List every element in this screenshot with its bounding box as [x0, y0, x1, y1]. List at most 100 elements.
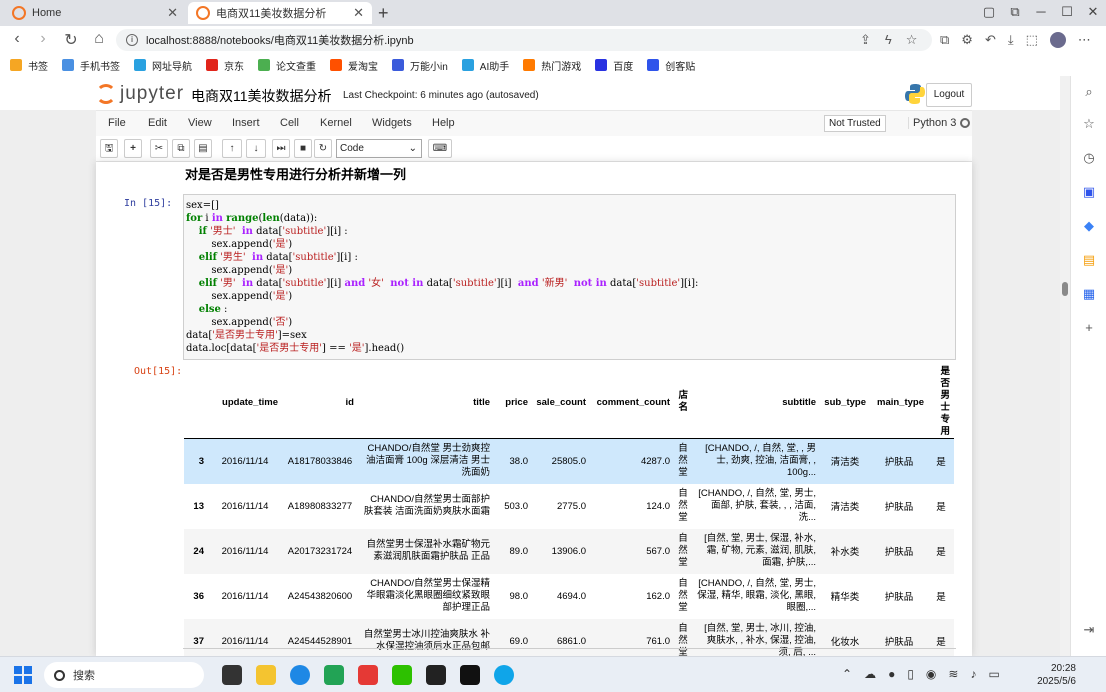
bookmark-item[interactable]: 万能小in — [392, 58, 448, 73]
clock-time: 20:28 — [1050, 663, 1076, 674]
edge-dev-icon[interactable] — [494, 665, 514, 685]
bookmark-item[interactable]: 手机书签 — [62, 58, 120, 73]
bookmark-item[interactable]: 创客贴 — [647, 58, 695, 73]
favorites-icon[interactable]: ☆ — [1081, 116, 1097, 132]
collections-icon[interactable]: ⧉ — [940, 32, 949, 48]
menu-item-view[interactable]: View — [188, 117, 212, 129]
menu-item-widgets[interactable]: Widgets — [372, 117, 412, 129]
menu-item-file[interactable]: File — [108, 117, 126, 129]
notebook-title[interactable]: 电商双11美妆数据分析 — [191, 86, 332, 106]
bookmark-item[interactable]: 论文查重 — [258, 58, 316, 73]
bookmark-item[interactable]: 京东 — [206, 58, 244, 73]
trust-button[interactable]: Not Trusted — [824, 115, 886, 132]
paste-icon[interactable]: ▤ — [194, 139, 212, 158]
tab-notebook[interactable]: 电商双11美妆数据分析 ✕ — [188, 2, 372, 24]
chevron-up-icon[interactable]: ⌃ — [842, 667, 852, 681]
reload-icon[interactable]: ↻ — [62, 30, 80, 50]
start-icon[interactable] — [14, 666, 32, 684]
wifi-icon[interactable]: ≋ — [948, 667, 958, 681]
bookmark-item[interactable]: 百度 — [595, 58, 633, 73]
cell-type-select[interactable]: Code ⌄ — [336, 139, 422, 158]
back-icon[interactable]: ‹ — [8, 30, 26, 48]
battery-icon[interactable]: ▭ — [988, 667, 999, 681]
site-info-icon[interactable]: i — [126, 34, 138, 46]
jupyter-logo[interactable]: jupyter — [96, 83, 184, 105]
code-cell-input[interactable]: sex=[] for i in range(len(data)): if '男士… — [183, 194, 956, 360]
menu-item-help[interactable]: Help — [432, 117, 455, 129]
task-view-icon[interactable] — [222, 665, 242, 685]
outlook-icon[interactable]: ▦ — [1081, 286, 1097, 302]
menu-bar: Not Trusted Python 3 File Edit View Insert C… — [96, 110, 972, 136]
bookmark-item[interactable]: 书签 — [10, 58, 48, 73]
antivirus-icon[interactable]: ◉ — [926, 667, 936, 681]
star-icon[interactable]: ☆ — [906, 32, 918, 48]
logout-button[interactable]: Logout — [926, 83, 972, 107]
file-explorer-icon[interactable] — [256, 665, 276, 685]
screenshot-icon[interactable]: ⬚ — [1026, 32, 1038, 48]
edge-icon[interactable] — [290, 665, 310, 685]
download-icon[interactable]: ⤓ — [1008, 32, 1014, 48]
add-icon[interactable]: + — [1081, 320, 1097, 336]
insert-cell-icon[interactable]: + — [124, 139, 142, 158]
cell-sale-count: 4694.0 — [556, 590, 586, 602]
cut-icon[interactable]: ✂ — [150, 139, 168, 158]
profile-avatar[interactable] — [1049, 32, 1066, 48]
close-window-icon[interactable]: ✕ — [1084, 4, 1102, 20]
cloud-icon[interactable]: ☁ — [864, 667, 876, 681]
menu-item-insert[interactable]: Insert — [232, 117, 260, 129]
cell-male: 是 — [936, 502, 946, 513]
menu-item-kernel[interactable]: Kernel — [320, 117, 352, 129]
terminal-icon[interactable] — [460, 665, 480, 685]
forward-icon[interactable]: › — [34, 30, 52, 48]
taskbar-clock[interactable]: 20:28 2025/5/6 — [1030, 662, 1076, 688]
input-method-icon[interactable]: ▯ — [907, 667, 914, 681]
store-icon[interactable] — [324, 665, 344, 685]
undo-icon[interactable]: ↶ — [985, 32, 996, 48]
menu-item-edit[interactable]: Edit — [148, 117, 167, 129]
page-scrollbar[interactable] — [1060, 76, 1070, 656]
move-down-icon[interactable]: ↓ — [246, 139, 266, 158]
save-icon[interactable]: 🖫 — [100, 139, 118, 158]
taskbar-search[interactable]: 搜索 — [44, 662, 204, 688]
wechat-icon[interactable] — [392, 665, 412, 685]
restart-icon[interactable]: ↻ — [314, 139, 332, 158]
copy-icon[interactable]: ⧉ — [172, 139, 190, 158]
volume-icon[interactable]: ♪ — [970, 667, 976, 681]
ai-icon[interactable]: ▣ — [1081, 184, 1097, 200]
bolt-icon[interactable]: ϟ — [885, 32, 892, 48]
bookmark-item[interactable]: 网址导航 — [134, 58, 192, 73]
tab-home[interactable]: Home ✕ — [4, 2, 186, 24]
history-icon[interactable]: ◷ — [1081, 150, 1097, 166]
bookmark-item[interactable]: AI助手 — [461, 58, 509, 73]
search-icon[interactable]: ⌕ — [1081, 84, 1097, 100]
tab-search-icon[interactable]: ▢ — [980, 4, 998, 20]
run-icon[interactable]: ⏭ — [272, 139, 290, 158]
move-up-icon[interactable]: ↑ — [222, 139, 242, 158]
wechat-tray-icon[interactable]: ● — [888, 667, 895, 681]
extensions-icon[interactable]: ⚙ — [961, 32, 973, 48]
share-icon[interactable]: ⇪ — [860, 32, 871, 48]
games-icon[interactable]: ◆ — [1081, 218, 1097, 234]
next-cell[interactable] — [183, 648, 956, 656]
toolbox-icon[interactable]: ▤ — [1081, 252, 1097, 268]
cell-main-type: 护肤品 — [884, 592, 914, 603]
chevron-down-icon: ⌄ — [408, 143, 417, 154]
scrollbar-thumb[interactable] — [1062, 282, 1068, 296]
home-icon[interactable]: ⌂ — [90, 30, 108, 48]
close-tab-icon[interactable]: ✕ — [167, 5, 178, 21]
pycharm-icon[interactable] — [426, 665, 446, 685]
bookmark-item[interactable]: 热门游戏 — [523, 58, 581, 73]
menu-item-cell[interactable]: Cell — [280, 117, 299, 129]
collapse-sidebar-icon[interactable]: ⇥ — [1081, 622, 1097, 638]
maximize-icon[interactable]: ☐ — [1058, 4, 1076, 20]
more-icon[interactable]: ⋯ — [1078, 32, 1091, 48]
new-tab-icon[interactable]: + — [378, 3, 389, 24]
keyboard-icon[interactable]: ⌨ — [428, 139, 452, 158]
bookmark-item[interactable]: 爱淘宝 — [330, 58, 378, 73]
extensions-icon[interactable]: ⧉ — [1006, 4, 1024, 20]
stop-icon[interactable]: ■ — [294, 139, 312, 158]
minimize-icon[interactable]: ─ — [1032, 4, 1050, 20]
close-tab-icon[interactable]: ✕ — [353, 5, 364, 21]
wps-icon[interactable] — [358, 665, 378, 685]
url-field[interactable]: i localhost:8888/notebooks/电商双11美妆数据分析.i… — [116, 29, 932, 51]
